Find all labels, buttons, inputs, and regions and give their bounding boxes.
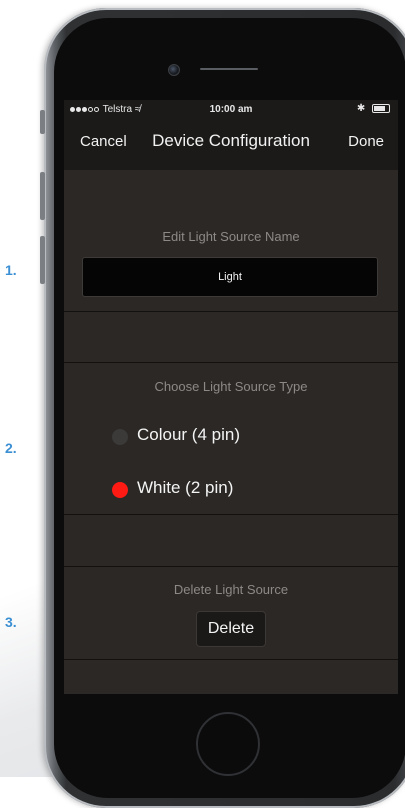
step-label-3: 3. (5, 614, 17, 630)
delete-button[interactable]: Delete (196, 611, 266, 647)
radio-option-label: Colour (4 pin) (137, 425, 240, 444)
section-divider (64, 659, 398, 660)
section-divider (64, 514, 398, 515)
battery-icon (372, 103, 390, 113)
volume-up-button (40, 172, 45, 220)
step-label-2: 2. (5, 440, 17, 456)
radio-unselected-icon[interactable] (112, 429, 128, 445)
mute-switch (40, 110, 45, 134)
done-button[interactable]: Done (348, 133, 384, 150)
step-label-1: 1. (5, 262, 17, 278)
light-name-input[interactable]: Light (82, 257, 378, 297)
navigation-bar: Cancel Device Configuration Done (64, 130, 398, 156)
earpiece-speaker (200, 68, 258, 70)
radio-option-label: White (2 pin) (137, 478, 234, 497)
volume-down-button (40, 236, 45, 284)
section-divider (64, 362, 398, 363)
edit-name-section-title: Edit Light Source Name (162, 229, 300, 244)
section-divider (64, 566, 398, 567)
front-camera (168, 64, 180, 76)
bluetooth-icon: ✱ (356, 103, 366, 114)
light-type-section-title: Choose Light Source Type (154, 379, 308, 394)
phone-screen: Telstra ≉ 10:00 am ✱ Cancel Device Confi… (64, 100, 398, 694)
status-time: 10:00 am (209, 104, 253, 115)
delete-section-title: Delete Light Source (173, 582, 289, 597)
home-button[interactable] (196, 712, 260, 776)
status-right: ✱ (357, 103, 390, 114)
status-bar: Telstra ≉ 10:00 am ✱ (64, 100, 398, 120)
radio-selected-icon[interactable] (112, 482, 128, 498)
section-divider (64, 311, 398, 312)
